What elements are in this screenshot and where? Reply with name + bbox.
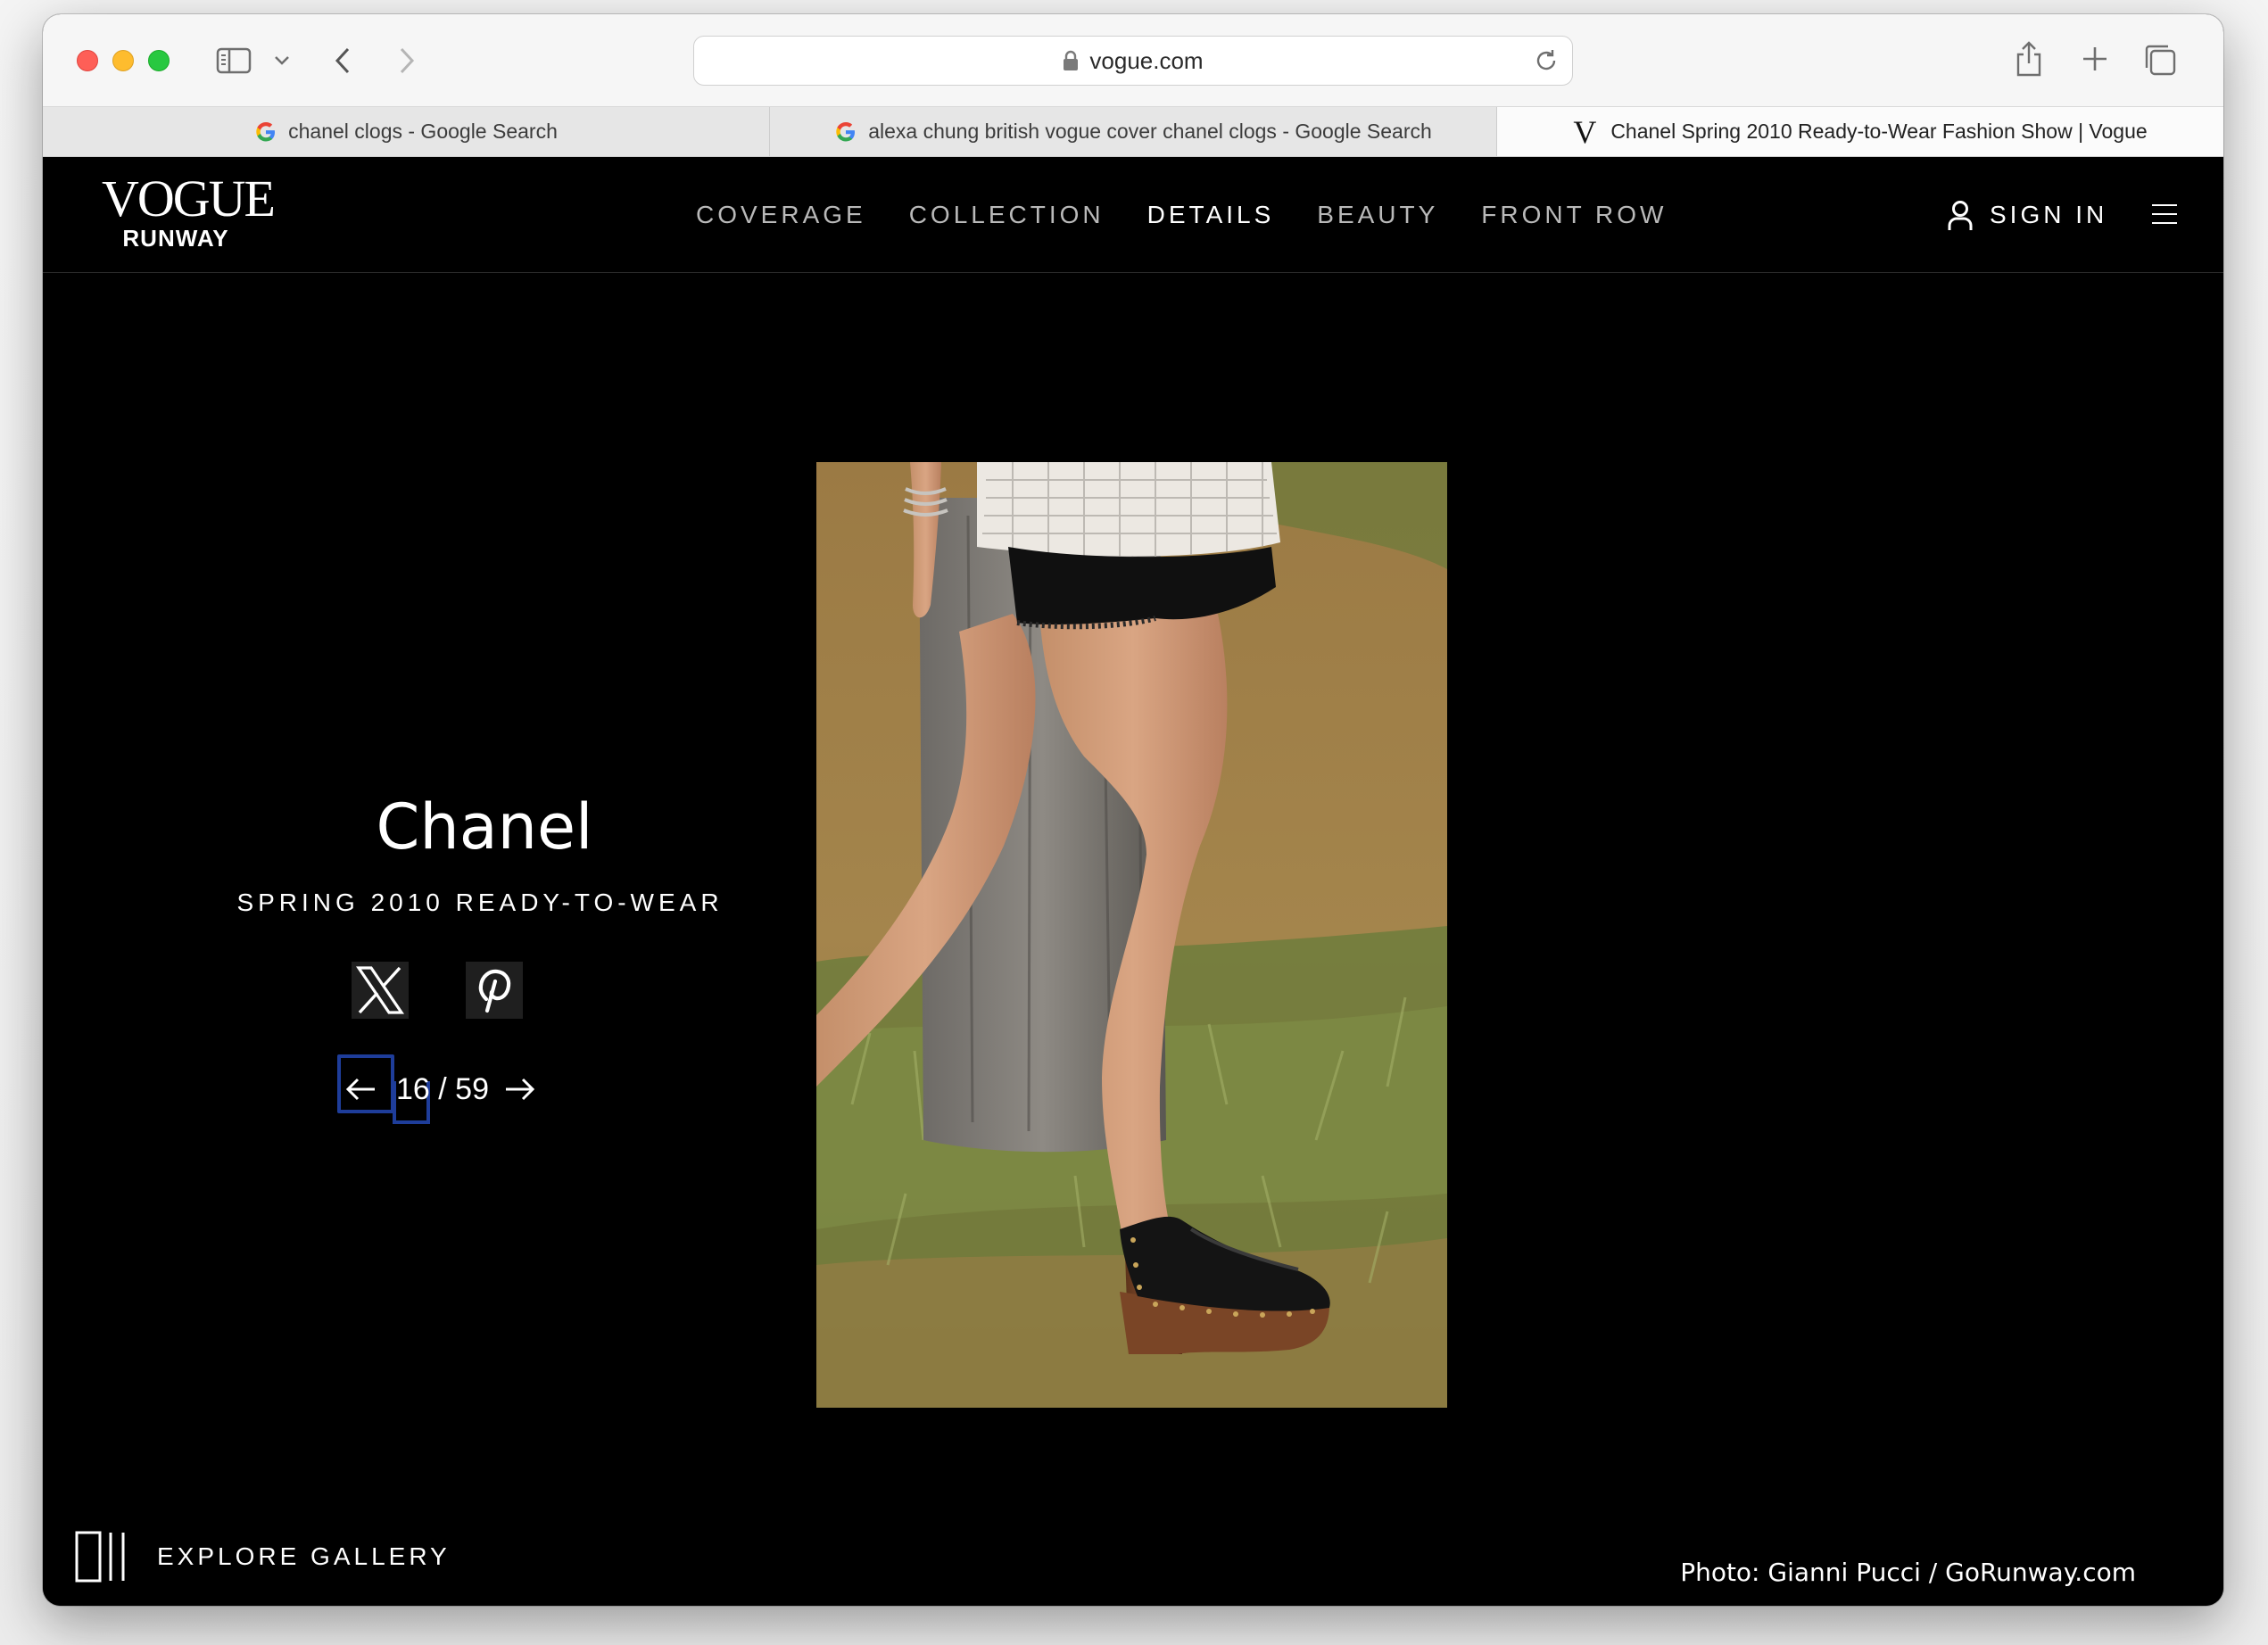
vogue-runway-logo[interactable]: VOGUE RUNWAY	[102, 169, 276, 252]
new-tab-icon[interactable]	[2077, 41, 2113, 77]
explore-gallery-label: EXPLORE GALLERY	[157, 1542, 451, 1570]
slide-counter: 16 / 59	[396, 1071, 489, 1106]
tab-overview-icon[interactable]	[2141, 41, 2179, 79]
nav-coverage[interactable]: COVERAGE	[696, 201, 866, 229]
zoom-window-button[interactable]	[148, 50, 170, 71]
share-icon[interactable]	[2011, 37, 2047, 80]
minimize-window-button[interactable]	[112, 50, 134, 71]
lock-icon	[1063, 50, 1079, 71]
season-title: SPRING 2010 READY-TO-WEAR	[236, 889, 724, 916]
previous-slide-button[interactable]	[337, 1077, 385, 1102]
google-g-icon	[834, 120, 857, 144]
browser-toolbar: vogue.com	[43, 14, 2223, 107]
tab-title: Chanel Spring 2010 Ready-to-Wear Fashion…	[1610, 120, 2148, 143]
designer-name: Chanel	[376, 790, 593, 864]
nav-front-row[interactable]: FRONT ROW	[1481, 201, 1667, 229]
sign-in-button[interactable]: SIGN IN	[1947, 157, 2107, 273]
tab-bar: chanel clogs - Google Search alexa chung…	[43, 107, 2223, 157]
vogue-v-icon: V	[1573, 113, 1597, 150]
gallery-grid-icon	[75, 1531, 127, 1583]
forward-icon[interactable]	[391, 43, 423, 79]
arrow-right-icon	[505, 1078, 535, 1101]
address-domain: vogue.com	[1089, 46, 1204, 74]
desktop: vogue.com chanel clogs - Google Search a…	[0, 0, 2268, 1645]
close-window-button[interactable]	[77, 50, 98, 71]
google-g-icon	[254, 120, 277, 144]
slide-pager: 16 / 59	[337, 1058, 539, 1120]
slideshow-content: Chanel SPRING 2010 READY-TO-WEAR 16 / 59	[43, 273, 2223, 1606]
address-bar[interactable]: vogue.com	[693, 36, 1573, 86]
arrow-left-icon	[345, 1078, 375, 1101]
tab-google-search-2[interactable]: alexa chung british vogue cover chanel c…	[770, 107, 1497, 156]
main-nav: COVERAGE COLLECTION DETAILS BEAUTY FRONT…	[696, 157, 1667, 273]
photo-credit: Photo: Gianni Pucci / GoRunway.com	[1680, 1558, 2136, 1587]
nav-details[interactable]: DETAILS	[1147, 201, 1275, 229]
nav-beauty[interactable]: BEAUTY	[1317, 201, 1438, 229]
share-x-button[interactable]	[352, 962, 409, 1019]
sidebar-toggle-icon[interactable]	[214, 45, 253, 77]
back-icon[interactable]	[327, 43, 359, 79]
explore-gallery-button[interactable]: EXPLORE GALLERY	[75, 1531, 451, 1583]
hamburger-menu-icon[interactable]	[2152, 202, 2177, 227]
tab-title: alexa chung british vogue cover chanel c…	[868, 120, 1432, 143]
reload-icon[interactable]	[1533, 47, 1560, 79]
logo-main: VOGUE	[102, 169, 276, 227]
next-slide-button[interactable]	[500, 1077, 539, 1102]
chevron-down-icon[interactable]	[271, 50, 293, 71]
x-logo-icon	[355, 966, 405, 1014]
tab-vogue-active[interactable]: V Chanel Spring 2010 Ready-to-Wear Fashi…	[1497, 107, 2223, 156]
pinterest-logo-icon	[476, 967, 512, 1013]
tab-google-search-1[interactable]: chanel clogs - Google Search	[43, 107, 770, 156]
sign-in-label: SIGN IN	[1990, 201, 2108, 228]
browser-window: vogue.com chanel clogs - Google Search a…	[43, 14, 2223, 1606]
site-header: VOGUE RUNWAY COVERAGE COLLECTION DETAILS…	[43, 157, 2223, 273]
runway-photo[interactable]	[816, 462, 1447, 1408]
tab-title: chanel clogs - Google Search	[288, 120, 558, 143]
nav-collection[interactable]: COLLECTION	[909, 201, 1105, 229]
user-icon	[1947, 199, 1974, 231]
share-pinterest-button[interactable]	[466, 962, 523, 1019]
logo-sub: RUNWAY	[122, 225, 229, 252]
